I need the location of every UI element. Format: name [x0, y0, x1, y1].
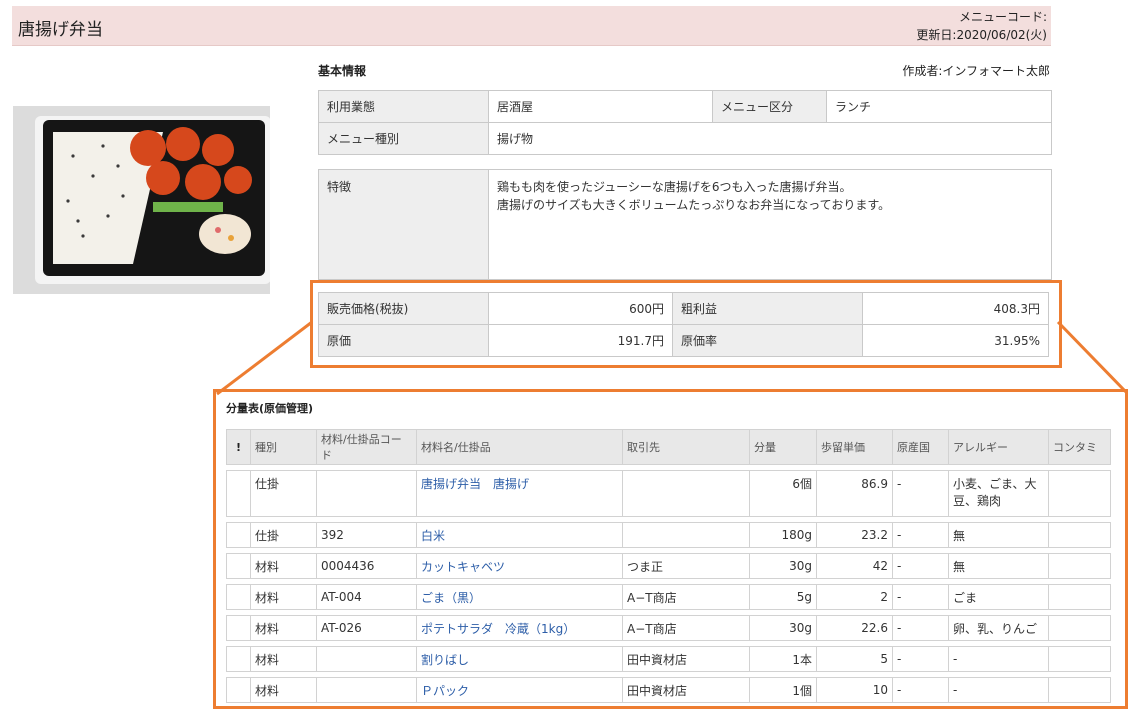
col-unit-price: 歩留単価: [816, 429, 892, 465]
row-name-link[interactable]: ポテトサラダ 冷蔵（1kg）: [416, 615, 622, 641]
col-amount: 分量: [749, 429, 816, 465]
row-origin: -: [892, 615, 948, 641]
allergy-line: 豆、鶏肉: [953, 494, 1002, 508]
row-allergy: 卵、乳、りんご: [948, 615, 1048, 641]
row-origin: -: [892, 584, 948, 610]
col-contamination: コンタミ: [1048, 429, 1111, 465]
row-name-link[interactable]: 唐揚げ弁当 唐揚げ: [416, 470, 622, 517]
row-kind: 材料: [250, 646, 316, 672]
row-origin: -: [892, 677, 948, 703]
qty-header-row: ! 種別 材料/仕掛品コード 材料名/仕掛品 取引先 分量 歩留単価 原産国 ア…: [226, 429, 1111, 465]
row-amount: 5g: [749, 584, 816, 610]
row-supplier: つま正: [622, 553, 749, 579]
row-name-link[interactable]: ごま（黒）: [416, 584, 622, 610]
row-mark: [226, 553, 250, 579]
row-mark: [226, 615, 250, 641]
row-kind: 材料: [250, 584, 316, 610]
row-origin: -: [892, 522, 948, 548]
row-amount: 30g: [749, 553, 816, 579]
row-allergy: 無: [948, 522, 1048, 548]
connector-right-line: [1056, 320, 1128, 394]
row-name-link[interactable]: カットキャベツ: [416, 553, 622, 579]
qty-table: ! 種別 材料/仕掛品コード 材料名/仕掛品 取引先 分量 歩留単価 原産国 ア…: [226, 424, 1111, 708]
qty-table-title: 分量表(原価管理): [226, 402, 314, 415]
col-origin: 原産国: [892, 429, 948, 465]
row-code: [316, 470, 416, 517]
row-contamination: [1048, 646, 1111, 672]
row-mark: [226, 522, 250, 548]
row-code: [316, 677, 416, 703]
row-name-link[interactable]: 割りばし: [416, 646, 622, 672]
row-mark: [226, 584, 250, 610]
row-kind: 仕掛: [250, 522, 316, 548]
row-allergy: -: [948, 646, 1048, 672]
row-mark: [226, 677, 250, 703]
row-amount: 1個: [749, 677, 816, 703]
row-name-link[interactable]: Ｐパック: [416, 677, 622, 703]
row-supplier: A−T商店: [622, 584, 749, 610]
row-allergy: ごま: [948, 584, 1048, 610]
connector-left-line: [216, 320, 313, 396]
row-code: AT-004: [316, 584, 416, 610]
row-contamination: [1048, 553, 1111, 579]
row-origin: -: [892, 470, 948, 517]
row-contamination: [1048, 522, 1111, 548]
row-supplier: 田中資材店: [622, 677, 749, 703]
row-amount: 180g: [749, 522, 816, 548]
row-allergy: -: [948, 677, 1048, 703]
row-code: 392: [316, 522, 416, 548]
row-mark: [226, 470, 250, 517]
row-origin: -: [892, 646, 948, 672]
row-supplier: [622, 470, 749, 517]
row-unit-price: 86.9: [816, 470, 892, 517]
row-mark: [226, 646, 250, 672]
row-unit-price: 2: [816, 584, 892, 610]
row-amount: 1本: [749, 646, 816, 672]
row-amount: 6個: [749, 470, 816, 517]
col-supplier: 取引先: [622, 429, 749, 465]
row-supplier: A−T商店: [622, 615, 749, 641]
row-amount: 30g: [749, 615, 816, 641]
row-name-link[interactable]: 白米: [416, 522, 622, 548]
row-code: AT-026: [316, 615, 416, 641]
col-code: 材料/仕掛品コード: [316, 429, 416, 465]
row-allergy: 無: [948, 553, 1048, 579]
row-kind: 材料: [250, 553, 316, 579]
row-kind: 材料: [250, 615, 316, 641]
row-kind: 仕掛: [250, 470, 316, 517]
row-unit-price: 10: [816, 677, 892, 703]
col-kind: 種別: [250, 429, 316, 465]
table-row: 仕掛 唐揚げ弁当 唐揚げ 6個 86.9 - 小麦、ごま、大 豆、鶏肉: [226, 470, 1111, 517]
row-contamination: [1048, 615, 1111, 641]
row-allergy: 小麦、ごま、大 豆、鶏肉: [948, 470, 1048, 517]
table-row: 材料 AT-026 ポテトサラダ 冷蔵（1kg） A−T商店 30g 22.6 …: [226, 615, 1111, 641]
row-unit-price: 42: [816, 553, 892, 579]
table-row: 材料 Ｐパック 田中資材店 1個 10 - -: [226, 677, 1111, 703]
row-contamination: [1048, 584, 1111, 610]
row-contamination: [1048, 677, 1111, 703]
row-code: 0004436: [316, 553, 416, 579]
allergy-line: 小麦、ごま、大: [953, 477, 1037, 491]
row-contamination: [1048, 470, 1111, 517]
row-origin: -: [892, 553, 948, 579]
table-row: 仕掛 392 白米 180g 23.2 - 無: [226, 522, 1111, 548]
row-unit-price: 22.6: [816, 615, 892, 641]
alert-column-icon: !: [226, 429, 250, 465]
row-kind: 材料: [250, 677, 316, 703]
row-supplier: [622, 522, 749, 548]
col-name: 材料名/仕掛品: [416, 429, 622, 465]
row-code: [316, 646, 416, 672]
table-row: 材料 0004436 カットキャベツ つま正 30g 42 - 無: [226, 553, 1111, 579]
row-supplier: 田中資材店: [622, 646, 749, 672]
row-unit-price: 5: [816, 646, 892, 672]
row-unit-price: 23.2: [816, 522, 892, 548]
table-row: 材料 割りばし 田中資材店 1本 5 - -: [226, 646, 1111, 672]
table-row: 材料 AT-004 ごま（黒） A−T商店 5g 2 - ごま: [226, 584, 1111, 610]
col-allergy: アレルギー: [948, 429, 1048, 465]
